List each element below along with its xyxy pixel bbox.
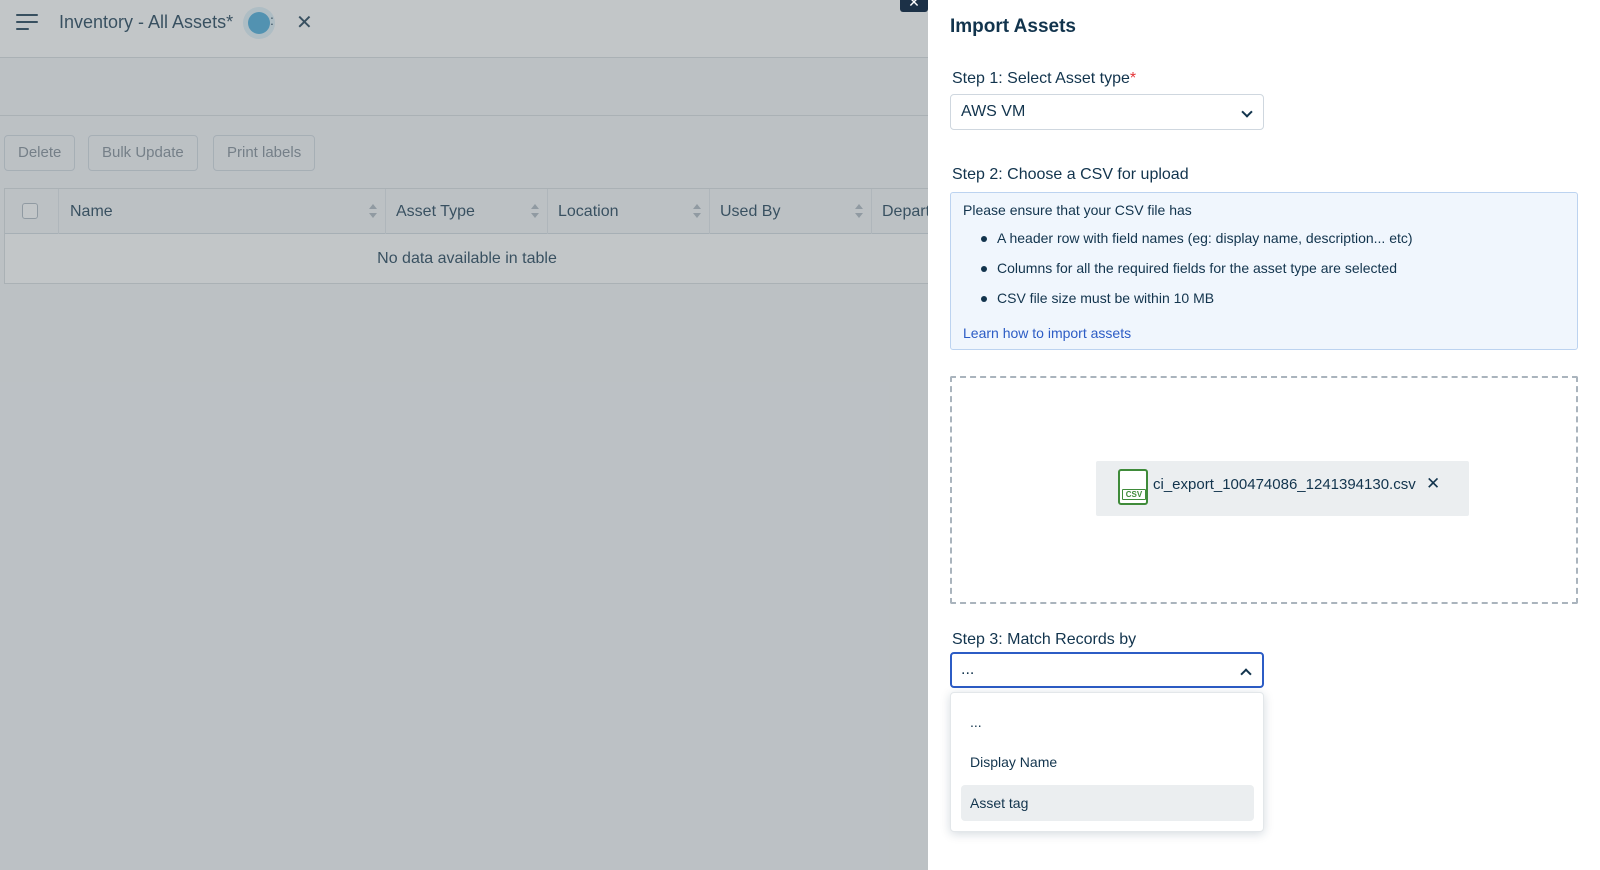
step3-label: Step 3: Match Records by [952,631,1137,648]
dropdown-option-empty[interactable]: ... [961,704,1254,740]
close-drawer-icon[interactable]: ✕ [900,0,928,12]
remove-file-icon[interactable]: ✕ [1426,474,1440,494]
requirement-item: Columns for all the required fields for … [981,260,1397,276]
chevron-up-icon [1240,668,1252,680]
csv-requirements-box: Please ensure that your CSV file has A h… [950,192,1578,350]
dropdown-option-asset-tag[interactable]: Asset tag [961,785,1254,821]
requirement-item: CSV file size must be within 10 MB [980,290,1215,306]
match-records-dropdown: ... Display Name Asset tag [950,692,1264,832]
drawer-title: Import Assets [950,16,1076,37]
csv-icon-tag: CSV [1122,489,1146,500]
required-mark: * [1129,70,1137,87]
import-assets-drawer: Import Assets Step 1: Select Asset type*… [928,0,1600,870]
requirement-item: A header row with field names (eg: displ… [981,230,1413,246]
match-records-select[interactable]: ... [950,652,1264,688]
file-name: ci_export_100474086_1241394130.csv [1153,476,1416,493]
match-records-value: ... [961,661,975,678]
step1-label: Step 1: Select Asset type* [952,70,1136,88]
csv-file-icon: CSV [1118,469,1148,505]
step1-label-text: Step 1: Select Asset type [952,70,1130,87]
uploaded-file-chip: CSV ci_export_100474086_1241394130.csv ✕ [1096,461,1469,516]
requirements-intro: Please ensure that your CSV file has [963,202,1192,218]
asset-type-select[interactable]: AWS VM [950,94,1264,130]
asset-type-value: AWS VM [961,103,1026,120]
chevron-down-icon [1241,106,1253,118]
learn-import-link[interactable]: Learn how to import assets [963,325,1131,341]
csv-dropzone[interactable]: CSV ci_export_100474086_1241394130.csv ✕ [950,376,1578,604]
step2-label: Step 2: Choose a CSV for upload [952,166,1189,183]
dropdown-option-display-name[interactable]: Display Name [961,744,1254,780]
modal-overlay[interactable] [0,0,928,870]
